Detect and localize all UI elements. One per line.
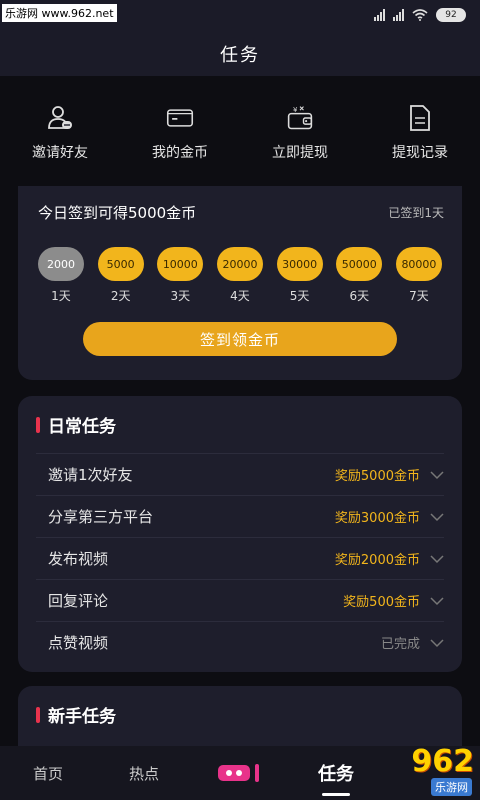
task-name: 邀请1次好友 [48,466,133,484]
signin-button[interactable]: 签到领金币 [83,322,397,356]
signal-icon-2 [393,9,404,21]
task-list: 邀请1次好友 奖励5000金币 分享第三方平台 奖励3000金币 发布视频 奖励… [18,453,462,663]
tab-hot[interactable]: 热点 [96,746,192,800]
task-name: 分享第三方平台 [48,508,154,526]
chevron-down-icon[interactable] [430,552,444,566]
coin-badge: 50000 [336,247,383,281]
quick-item-record[interactable]: 提现记录 [360,76,480,186]
task-reward: 奖励500金币 [343,595,420,610]
task-reward: 奖励5000金币 [334,469,420,484]
section-header: 新手任务 [18,686,462,727]
task-right: 已完成 [381,633,444,652]
task-reward: 奖励2000金币 [334,553,420,568]
task-right: 奖励500金币 [343,591,444,610]
watermark-sub: 乐游网 [431,778,472,796]
quick-item-withdraw[interactable]: ¥ 立即提现 [240,76,360,186]
chevron-down-icon[interactable] [430,636,444,650]
chevron-down-icon[interactable] [430,468,444,482]
task-row[interactable]: 回复评论 奖励500金币 [36,579,444,621]
page-title: 任务 [220,45,260,66]
signin-day: 5000 2天 [96,247,146,304]
wifi-icon [412,9,428,21]
tab-home[interactable]: 首页 [0,746,96,800]
quick-item-invite[interactable]: 邀请好友 [0,76,120,186]
task-row[interactable]: 分享第三方平台 奖励3000金币 [36,495,444,537]
coin-badge: 20000 [216,247,263,281]
signin-days: 2000 1天 5000 2天 10000 3天 20000 4天 30000 … [18,247,462,304]
document-icon [406,104,434,132]
battery-icon: 92 [436,8,466,22]
section-title: 日常任务 [48,417,116,437]
day-label: 7天 [409,289,429,303]
daily-tasks-card: 日常任务 邀请1次好友 奖励5000金币 分享第三方平台 奖励3000金币 发布… [18,396,462,672]
day-label: 6天 [349,289,370,303]
user-add-icon [46,104,74,132]
status-bar: 乐游网 www.962.net 92 [0,0,480,32]
section-header: 日常任务 [18,396,462,437]
signin-header: 今日签到可得5000金币 已签到1天 [18,186,462,223]
video-camera-icon [217,762,263,784]
section-accent-bar [36,416,40,433]
wallet-icon [166,104,194,132]
section-accent-bar [36,706,40,723]
quick-item-label: 邀请好友 [32,145,88,161]
task-reward: 奖励3000金币 [334,511,420,526]
svg-text:¥: ¥ [293,106,298,114]
task-right: 奖励5000金币 [335,465,444,484]
day-label: 2天 [110,289,131,303]
withdraw-wallet-icon: ¥ [286,104,314,132]
task-name: 回复评论 [48,592,109,610]
signin-day: 20000 4天 [215,247,265,304]
signin-day: 30000 5天 [275,247,325,304]
coin-badge: 5000 [97,247,144,281]
title-bar: 任务 [0,32,480,76]
watermark-brand: 962 [411,744,474,779]
quick-item-label: 立即提现 [272,145,328,161]
task-name: 点赞视频 [48,634,109,652]
signin-title: 今日签到可得5000金币 [38,204,197,222]
status-icons: 92 [374,8,466,22]
task-right: 奖励2000金币 [335,549,444,568]
section-title: 新手任务 [48,707,116,727]
day-label: 1天 [51,289,71,303]
watermark-bottom-right: 962 乐游网 [334,744,474,796]
day-label: 5天 [289,289,310,303]
coin-badge: 2000 [38,247,84,281]
quick-item-coins[interactable]: 我的金币 [120,76,240,186]
day-label: 3天 [170,289,191,303]
chevron-down-icon[interactable] [430,594,444,608]
chevron-down-icon[interactable] [430,510,444,524]
signin-day: 10000 3天 [155,247,205,304]
signin-day: 80000 7天 [394,247,444,304]
quick-actions: 邀请好友 我的金币 ¥ 立即提现 提现记录 [0,76,480,186]
coin-badge: 80000 [395,247,442,281]
task-right: 奖励3000金币 [335,507,444,526]
task-row[interactable]: 点赞视频 已完成 [36,621,444,663]
coin-badge: 10000 [157,247,204,281]
signin-day: 2000 1天 [36,247,86,304]
signin-status: 已签到1天 [388,206,444,220]
quick-item-label: 提现记录 [392,145,448,161]
task-reward: 已完成 [380,637,420,652]
task-row[interactable]: 邀请1次好友 奖励5000金币 [36,453,444,495]
coin-badge: 30000 [276,247,323,281]
tab-record[interactable] [192,746,288,800]
watermark-top-left: 乐游网 www.962.net [2,4,117,22]
quick-item-label: 我的金币 [152,145,208,161]
task-name: 发布视频 [48,550,109,568]
signin-card: 今日签到可得5000金币 已签到1天 2000 1天 5000 2天 10000… [18,186,462,380]
signal-icon [374,9,385,21]
signin-day: 50000 6天 [334,247,384,304]
day-label: 4天 [230,289,250,303]
task-row[interactable]: 发布视频 奖励2000金币 [36,537,444,579]
